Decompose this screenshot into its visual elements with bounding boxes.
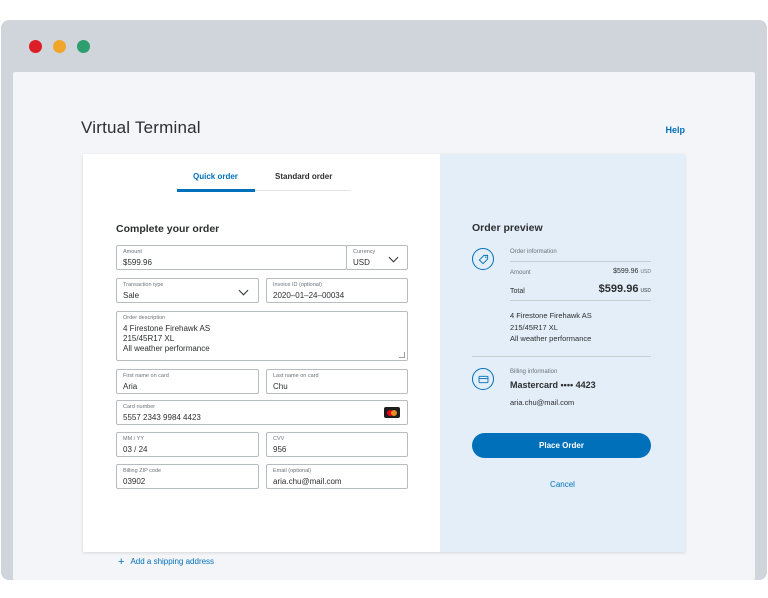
order-preview-panel: Order preview Order information Amount $… (440, 154, 685, 552)
tab-quick-order[interactable]: Quick order (193, 172, 238, 181)
order-tabs: Quick order Standard order (177, 154, 351, 192)
cvv-label: CVV (273, 436, 285, 442)
form-section-title: Complete your order (116, 223, 220, 235)
preview-total-label: Total (510, 288, 525, 295)
amount-field[interactable]: Amount $599.96 (116, 245, 347, 270)
transaction-type-value: Sale (123, 291, 140, 300)
card-number-value: 5557 2343 9984 4423 (123, 413, 201, 422)
last-name-field[interactable]: Last name on card Chu (266, 369, 408, 394)
divider (510, 261, 651, 262)
order-preview-title: Order preview (472, 222, 543, 234)
close-window-button[interactable] (29, 40, 42, 53)
billing-zip-value: 03902 (123, 477, 146, 486)
first-name-value: Aria (123, 382, 138, 391)
chevron-down-icon (388, 252, 399, 263)
cvv-value: 956 (273, 445, 287, 454)
invoice-id-label: Invoice ID (optional) (273, 282, 322, 288)
invoice-id-value: 2020–01–24–00034 (273, 291, 345, 300)
page-title: Virtual Terminal (81, 118, 201, 137)
transaction-type-select[interactable]: Transaction type Sale (116, 278, 259, 303)
email-label: Email (optional) (273, 468, 312, 474)
transaction-type-label: Transaction type (123, 282, 164, 288)
last-name-value: Chu (273, 382, 288, 391)
page-content: Virtual Terminal Help Quick order Standa… (13, 72, 755, 580)
last-name-label: Last name on card (273, 373, 319, 379)
order-card: Quick order Standard order Complete your… (83, 154, 685, 568)
currency-select[interactable]: Currency USD (346, 245, 408, 270)
first-name-field[interactable]: First name on card Aria (116, 369, 259, 394)
plus-icon: + (118, 556, 125, 568)
add-shipping-address-link[interactable]: + Add a shipping address (118, 556, 214, 568)
billing-zip-label: Billing ZIP code (123, 468, 162, 474)
card-number-label: Card number (123, 404, 156, 410)
order-description-label: Order description (123, 315, 166, 321)
email-field[interactable]: Email (optional) aria.chu@mail.com (266, 464, 408, 489)
order-description-value: 4 Firestone Firehawk AS 215/45R17 XL All… (123, 324, 211, 353)
preview-amount-value: $599.96 USD (613, 268, 651, 275)
tab-standard-order[interactable]: Standard order (275, 172, 332, 181)
preview-total-value: $599.96 USD (598, 283, 651, 295)
expiry-label: MM / YY (123, 436, 144, 442)
first-name-label: First name on card (123, 373, 169, 379)
resize-handle-icon[interactable] (399, 352, 405, 358)
billing-zip-field[interactable]: Billing ZIP code 03902 (116, 464, 259, 489)
expiry-field[interactable]: MM / YY 03 / 24 (116, 432, 259, 457)
currency-value: USD (353, 258, 370, 267)
order-description-field[interactable]: Order description 4 Firestone Firehawk A… (116, 311, 408, 361)
email-value: aria.chu@mail.com (273, 477, 342, 486)
browser-window: Virtual Terminal Help Quick order Standa… (1, 20, 767, 580)
billing-information-label: Billing information (510, 369, 558, 375)
amount-value: $599.96 (123, 258, 152, 267)
place-order-button[interactable]: Place Order (472, 433, 651, 458)
preview-amount-label: Amount (510, 270, 531, 276)
billing-email: aria.chu@mail.com (510, 398, 575, 407)
amount-label: Amount (123, 249, 142, 255)
cancel-link[interactable]: Cancel (440, 480, 685, 489)
preview-description: 4 Firestone Firehawk AS 215/45R17 XL All… (510, 311, 592, 343)
billing-card-display: Mastercard •••• 4423 (510, 380, 596, 390)
help-link[interactable]: Help (665, 125, 685, 135)
order-form-panel: Quick order Standard order Complete your… (83, 154, 440, 568)
expiry-value: 03 / 24 (123, 445, 148, 454)
active-tab-indicator (177, 189, 255, 192)
minimize-window-button[interactable] (53, 40, 66, 53)
currency-label: Currency (353, 249, 376, 255)
tag-icon (472, 248, 494, 270)
cvv-field[interactable]: CVV 956 (266, 432, 408, 457)
add-shipping-address-label: Add a shipping address (130, 557, 215, 566)
divider (510, 300, 651, 301)
chevron-down-icon (238, 285, 249, 296)
invoice-id-field[interactable]: Invoice ID (optional) 2020–01–24–00034 (266, 278, 408, 303)
credit-card-icon (472, 368, 494, 390)
divider (472, 356, 651, 357)
mastercard-icon (384, 407, 400, 418)
order-information-label: Order information (510, 249, 557, 255)
card-number-field[interactable]: Card number 5557 2343 9984 4423 (116, 400, 408, 425)
maximize-window-button[interactable] (77, 40, 90, 53)
